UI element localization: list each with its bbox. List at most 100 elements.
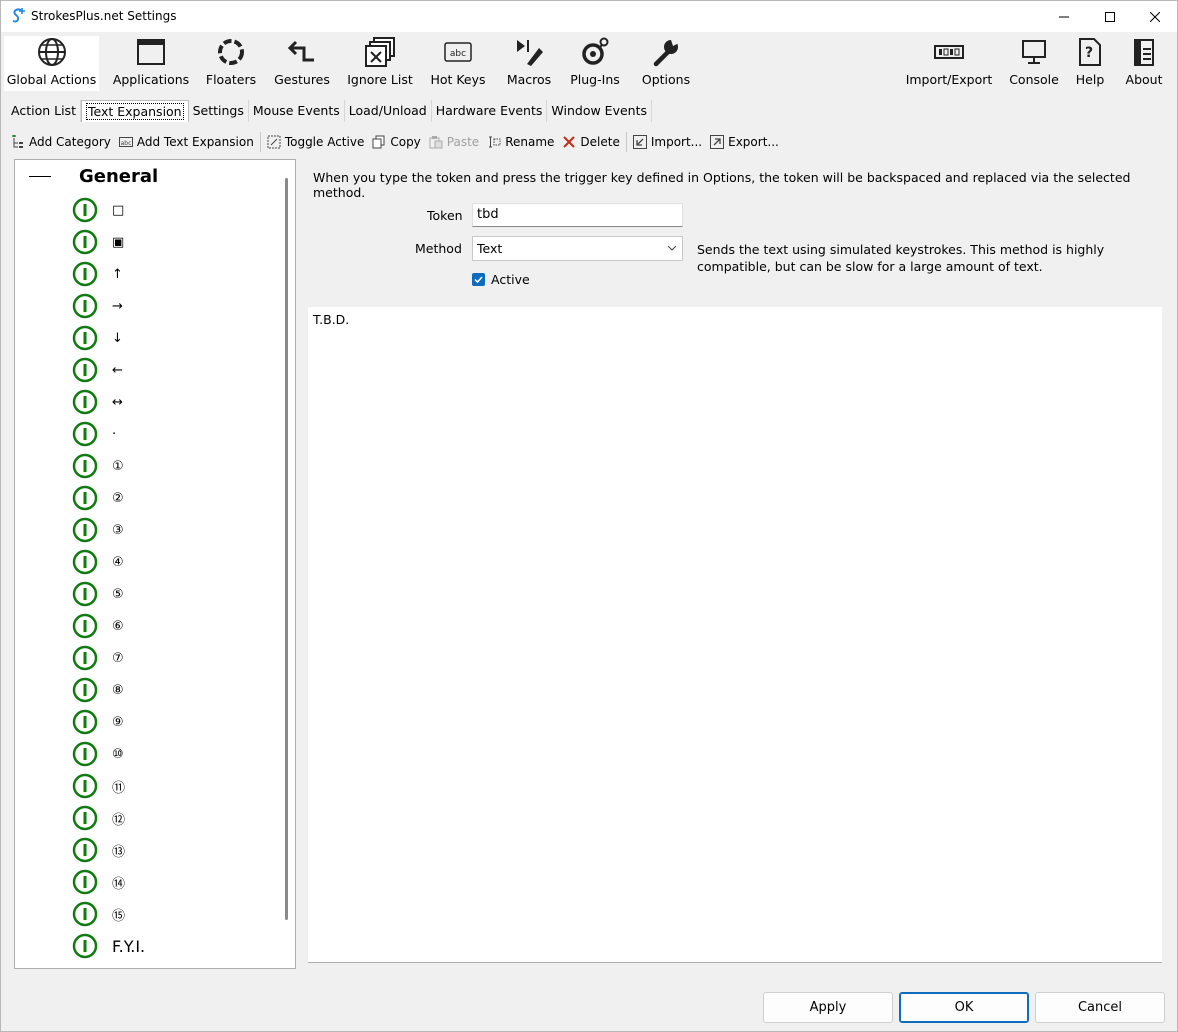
tree-item[interactable]: ⑦	[72, 645, 124, 671]
tree-item-label: ·	[112, 426, 117, 442]
tree-item[interactable]: ⑭	[72, 869, 125, 895]
tree-item[interactable]: ↔	[72, 389, 123, 415]
tab-mouse-events[interactable]: Mouse Events	[249, 100, 345, 122]
tab-load-unload[interactable]: Load/Unload	[345, 100, 432, 122]
copy-button[interactable]: Copy	[368, 131, 424, 153]
svg-text:abc: abc	[120, 140, 131, 147]
minimize-button[interactable]	[1041, 1, 1087, 32]
import-button[interactable]: Import...	[629, 131, 706, 153]
svg-text:?: ?	[1085, 45, 1093, 61]
token-label: Token	[427, 208, 463, 223]
active-toggle-icon	[72, 197, 98, 223]
tree-item-label: →	[112, 298, 123, 314]
collapse-dash-icon[interactable]	[29, 176, 51, 177]
paste-button[interactable]: Paste	[425, 131, 483, 153]
ribbon-about[interactable]: About	[1121, 36, 1167, 91]
tree-item-label: □	[112, 202, 125, 218]
ribbon-global-actions[interactable]: Global Actions	[4, 36, 99, 91]
tab-action-list[interactable]: Action List	[7, 100, 81, 122]
tree-item-label: ⑤	[112, 586, 124, 602]
window-icon	[137, 39, 165, 65]
tree-item[interactable]: ②	[72, 485, 124, 511]
token-input[interactable]: tbd	[472, 203, 683, 227]
close-button[interactable]	[1132, 1, 1178, 32]
tree-item[interactable]: ⑪	[72, 773, 125, 799]
expansion-text-editor[interactable]: T.B.D.	[308, 307, 1162, 963]
tree-item-label: F.Y.I.	[112, 936, 146, 956]
tree-item[interactable]: ·	[72, 421, 116, 447]
tree-item[interactable]: ↓	[72, 325, 123, 351]
tab-settings[interactable]: Settings	[189, 100, 249, 122]
globe-icon	[37, 38, 66, 66]
tree-item[interactable]: →	[72, 293, 123, 319]
tree-item[interactable]: ⑤	[72, 581, 124, 607]
monitor-icon	[1022, 40, 1046, 64]
active-toggle-icon	[72, 645, 98, 671]
apply-button[interactable]: Apply	[763, 992, 893, 1023]
active-toggle-icon	[72, 421, 98, 447]
tree-item[interactable]: ①	[72, 453, 124, 479]
hot-keys-icon: abc	[444, 42, 472, 62]
tree-item[interactable]: ⑬	[72, 837, 125, 863]
active-toggle-icon	[72, 357, 98, 383]
tree-item-label: ⑭	[112, 876, 126, 892]
tree-item[interactable]: ⑥	[72, 613, 124, 639]
tree-item[interactable]: ▣	[72, 229, 124, 255]
floaters-icon	[218, 39, 244, 65]
ribbon-floaters[interactable]: Floaters	[203, 36, 259, 91]
ribbon-ignore-list[interactable]: Ignore List	[345, 36, 415, 91]
maximize-button[interactable]	[1087, 1, 1133, 32]
tree-item-label: ⑥	[112, 618, 124, 634]
active-toggle-icon	[72, 581, 98, 607]
ribbon-hot-keys[interactable]: abc Hot Keys	[429, 36, 487, 91]
main-ribbon: Global Actions Applications Floaters Ges…	[1, 32, 1177, 92]
active-toggle-icon	[72, 677, 98, 703]
active-toggle-icon	[72, 613, 98, 639]
method-label: Method	[415, 241, 462, 256]
tree-item[interactable]: ④	[72, 549, 124, 575]
active-toggle-icon	[72, 517, 98, 543]
ribbon-plug-ins[interactable]: Plug-Ins	[567, 36, 623, 91]
tree-scrollbar[interactable]	[285, 178, 288, 920]
ribbon-help[interactable]: ? Help	[1071, 36, 1109, 91]
delete-button[interactable]: Delete	[558, 131, 623, 153]
tree-item[interactable]: ⑩	[72, 741, 124, 767]
ribbon-macros[interactable]: Macros	[503, 36, 555, 91]
ok-button[interactable]: OK	[899, 992, 1029, 1023]
tab-text-expansion[interactable]: Text Expansion	[80, 100, 189, 122]
text-expansion-tree[interactable]: General □ ▣ ↑ → ↓ ← ↔ · ① ② ③ ④ ⑤ ⑥ ⑦ ⑧ ⑨ ⑩ ⑪ ⑫ ⑬ ⑭ ⑮ F.Y.I.	[14, 159, 296, 969]
toggle-active-button[interactable]: Toggle Active	[263, 131, 369, 153]
tree-item[interactable]: □	[72, 197, 124, 223]
ribbon-applications[interactable]: Applications	[109, 36, 193, 91]
tree-item[interactable]: ⑮	[72, 901, 125, 927]
rename-button[interactable]: Rename	[483, 131, 558, 153]
tree-item[interactable]: ←	[72, 357, 123, 383]
maximize-icon	[1105, 11, 1115, 22]
active-checkbox[interactable]: Active	[472, 272, 530, 287]
active-toggle-icon	[72, 741, 98, 767]
toolbar-separator	[625, 132, 627, 152]
add-text-expansion-button[interactable]: abc Add Text Expansion	[115, 131, 258, 153]
method-select[interactable]: Text	[472, 236, 683, 261]
tree-item-label: ↔	[112, 394, 123, 410]
tree-item[interactable]: ↑	[72, 261, 123, 287]
add-category-button[interactable]: Add Category	[7, 131, 115, 153]
tree-item[interactable]: ⑨	[72, 709, 124, 735]
tree-item[interactable]: ⑫	[72, 805, 125, 831]
tree-item[interactable]: ⑧	[72, 677, 124, 703]
tab-window-events[interactable]: Window Events	[547, 100, 652, 122]
abc-icon: abc	[118, 137, 133, 147]
ribbon-gestures[interactable]: Gestures	[271, 36, 333, 91]
tree-item-label: ④	[112, 554, 124, 570]
ribbon-options[interactable]: Options	[639, 36, 693, 91]
ribbon-console[interactable]: Console	[1007, 36, 1061, 91]
tree-category-general[interactable]: General	[29, 166, 158, 187]
cancel-button[interactable]: Cancel	[1035, 992, 1165, 1023]
tree-item-label: ⑧	[112, 682, 124, 698]
active-toggle-icon	[72, 293, 98, 319]
export-button[interactable]: Export...	[706, 131, 783, 153]
tree-item[interactable]: ③	[72, 517, 124, 543]
ribbon-import-export[interactable]: Import/Export	[903, 36, 995, 91]
tab-hardware-events[interactable]: Hardware Events	[432, 100, 548, 122]
tree-item[interactable]: F.Y.I.	[72, 933, 145, 959]
